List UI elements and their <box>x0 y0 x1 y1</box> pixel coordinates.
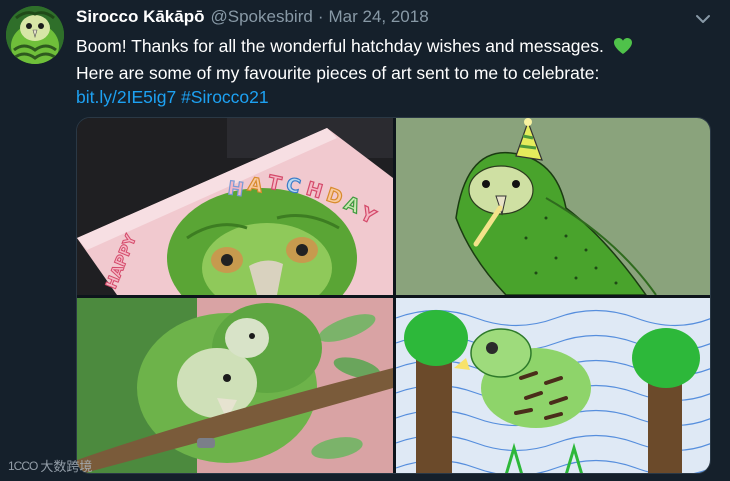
tweet-text-line-3: bit.ly/2IE5ig7 #Sirocco21 <box>76 85 716 109</box>
media-image-hatchday-card[interactable]: H A T C H D A Y HAPPY <box>77 118 393 295</box>
user-handle[interactable]: @Spokesbird <box>211 7 313 27</box>
header-separator: · <box>317 7 324 26</box>
watermark-logo: 1CCO <box>8 458 38 473</box>
watermark: 1CCO 大数跨境 <box>8 456 92 475</box>
media-image-crayon-drawing[interactable] <box>396 298 710 473</box>
tweet-text-part-1: Boom! Thanks for all the wonderful hatch… <box>76 36 604 56</box>
tweet-text-line-2: Here are some of my favourite pieces of … <box>76 63 600 83</box>
tweet-header: Sirocco Kākāpō @Spokesbird · Mar 24, 201… <box>76 7 429 29</box>
avatar[interactable] <box>6 6 64 64</box>
hashtag-link[interactable]: #Sirocco21 <box>181 87 269 107</box>
tweet-text-line-1: Boom! Thanks for all the wonderful hatch… <box>76 34 716 61</box>
media-image-party-hat-drawing[interactable] <box>396 118 710 295</box>
tweet: Sirocco Kākāpō @Spokesbird · Mar 24, 201… <box>0 0 730 481</box>
svg-text:H: H <box>226 177 245 201</box>
display-name[interactable]: Sirocco Kākāpō <box>76 7 205 27</box>
tweet-link[interactable]: bit.ly/2IE5ig7 <box>76 87 176 107</box>
green-heart-icon <box>613 37 633 61</box>
chevron-down-icon[interactable] <box>692 8 714 30</box>
watermark-text: 大数跨境 <box>40 459 93 474</box>
media-grid: H A T C H D A Y HAPPY <box>76 117 711 474</box>
tweet-text: Boom! Thanks for all the wonderful hatch… <box>76 34 716 109</box>
media-image-branch-painting[interactable] <box>77 298 393 473</box>
tweet-date[interactable]: Mar 24, 2018 <box>328 7 428 27</box>
